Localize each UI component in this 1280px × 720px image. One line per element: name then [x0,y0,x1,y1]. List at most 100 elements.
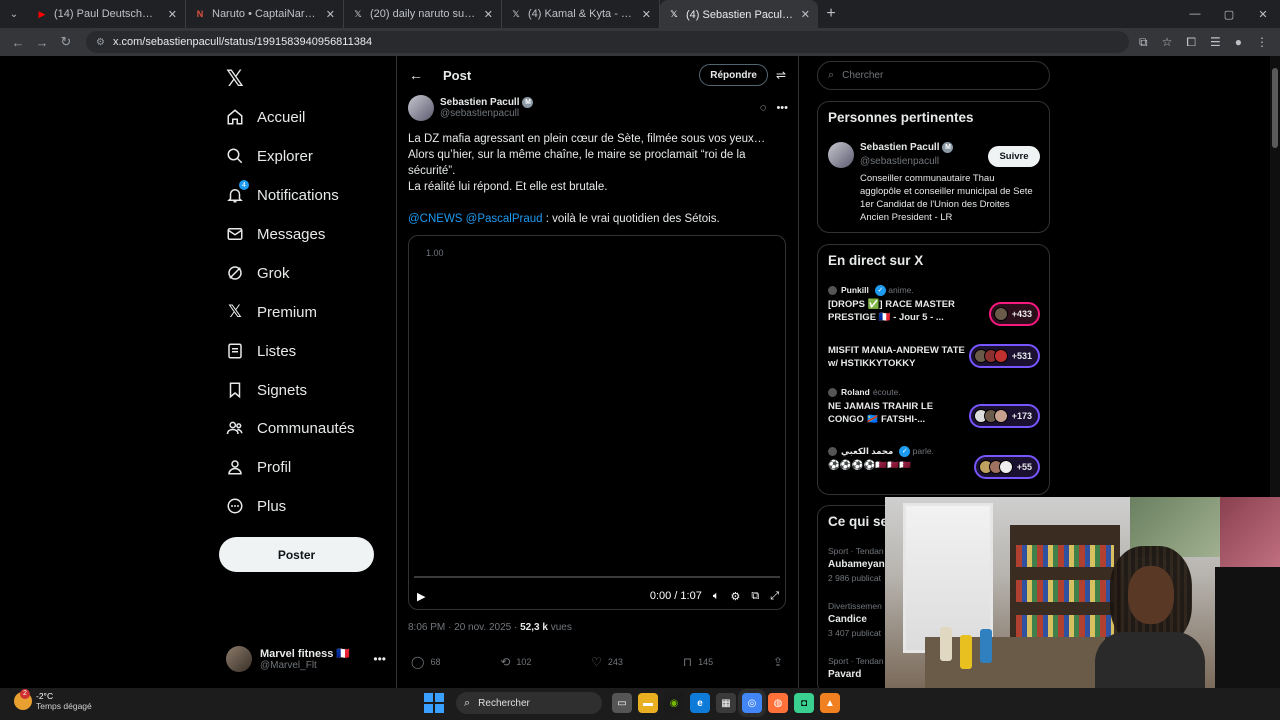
live-space-item[interactable]: Punkill ✓ anime. [DROPS ✅] RACE MASTER PR… [828,284,1040,326]
playback-speed-label: 1.00 [426,248,444,258]
back-icon[interactable]: ← [6,35,30,50]
nav-item-premium[interactable]: 𝕏 Premium [226,297,317,327]
more-dots-icon[interactable]: ••• [373,652,386,666]
tab-search-chevron-icon[interactable]: ⌄ [0,0,28,28]
browser-tab[interactable]: 𝕏 (4) Kamal & Kyta - Le Mont Cor ✕ [502,0,660,28]
video-progress-bar[interactable] [414,576,780,578]
nav-item-communautes[interactable]: Communautés [226,413,355,443]
play-icon[interactable]: ▶ [417,590,425,603]
post-author[interactable]: Sebastien Pacull M @sebastienpacull ◌ ••• [408,94,788,122]
nav-label: Plus [257,497,287,515]
live-space-item[interactable]: Roland écoute. NE JAMAIS TRAHIR LE CONGO … [828,386,1040,428]
scrollbar-thumb[interactable] [1272,68,1278,148]
bookmark-action[interactable]: ⊓ 145 [683,654,713,670]
reply-button[interactable]: Répondre [699,64,768,86]
edge-icon[interactable]: e [690,693,710,713]
vlc-icon[interactable]: ▲ [820,693,840,713]
trend-item[interactable]: Sport · Tendan Aubameyan 2 986 publicat [828,546,885,583]
profile-icon[interactable]: ● [1235,35,1242,50]
follow-button[interactable]: Suivre [988,146,1040,167]
reply-action[interactable]: ◯ 68 [411,654,440,670]
post-button[interactable]: Poster [219,537,374,572]
settings-sliders-icon[interactable]: ⇌ [776,68,786,82]
task-view-icon[interactable]: ▭ [612,693,632,713]
listeners-pill[interactable]: +433 [988,302,1040,326]
file-explorer-icon[interactable]: ▬ [638,693,658,713]
weather-widget[interactable]: 2 -2°C Temps dégagé [14,689,92,711]
mention-links[interactable]: @CNEWS @PascalPraud [408,213,543,225]
video-player[interactable]: 1.00 ▶ 0:00 / 1:07 🔈︎ ⚙ ⧉ ⤢ [408,235,786,610]
close-tab-icon[interactable]: ✕ [801,8,810,21]
cast-icon[interactable]: ⧉ [1139,35,1148,50]
reload-icon[interactable]: ↻ [54,34,78,50]
listeners-pill[interactable]: +173 [968,404,1040,428]
avatar[interactable] [828,142,854,168]
nav-item-grok[interactable]: Grok [226,258,290,288]
bookmark-count: 145 [698,657,714,667]
address-toolbar: ← → ↻ ⚙ x.com/sebastienpacull/status/199… [0,28,1280,56]
nav-item-plus[interactable]: Plus [226,491,286,521]
repost-action[interactable]: ⟲ 102 [500,654,531,670]
chrome-menu-icon[interactable]: ⋮ [1256,35,1268,50]
store-icon[interactable]: ▦ [716,693,736,713]
person-name[interactable]: Sebastien Pacull [860,142,939,153]
post-timestamp[interactable]: 8:06 PM · 20 nov. 2025 · [408,622,520,633]
browser-tab[interactable]: ▶ (14) Paul Deutschmann : l'enquê ✕ [28,0,186,28]
bottle [980,629,992,663]
star-icon[interactable]: ☆ [1162,35,1173,50]
fullscreen-icon[interactable]: ⤢ [770,590,779,603]
close-tab-icon[interactable]: ✕ [484,8,493,21]
listeners-pill[interactable]: +531 [968,344,1040,368]
close-tab-icon[interactable]: ✕ [642,8,651,21]
nav-item-explorer[interactable]: Explorer [226,141,313,171]
x-logo-icon[interactable]: 𝕏 [226,66,244,92]
minimize-icon[interactable]: — [1178,8,1212,21]
discord-style-app-icon[interactable]: ◘ [794,693,814,713]
reading-list-icon[interactable]: ☰ [1210,35,1221,50]
nav-item-profil[interactable]: Profil [226,452,291,482]
nav-item-messages[interactable]: Messages [226,219,325,249]
site-info-icon[interactable]: ⚙ [96,37,105,48]
firefox-icon[interactable]: ◍ [768,693,788,713]
live-space-item[interactable]: MISFIT MANIA-ANDREW TATE w/ HSTIKKYTOKKY… [828,342,1040,370]
windows-start-icon[interactable] [424,693,444,713]
author-name[interactable]: Sebastien Pacull [440,97,519,108]
trend-item[interactable]: Divertissemen Candice 3 407 publicat [828,601,882,638]
browser-tab[interactable]: N Naruto • CaptaiNaruto :: Inform ✕ [186,0,344,28]
account-switcher[interactable]: Marvel fitness 🇫🇷 @Marvel_Flt ••• [226,642,386,676]
browser-tab[interactable]: 𝕏 (20) daily naruto sur X : "https:/ ✕ [344,0,502,28]
trend-item[interactable]: Sport · Tendan Pavard [828,656,884,680]
browser-tab-active[interactable]: 𝕏 (4) Sebastien Pacull Ⓜ sur X : "La ✕ [660,0,818,28]
nav-item-signets[interactable]: Signets [226,375,307,405]
more-dots-icon[interactable]: ••• [776,102,788,114]
volume-icon[interactable]: 🔈︎ [713,590,720,603]
author-handle[interactable]: @sebastienpacull [440,108,533,119]
back-arrow-icon[interactable]: ← [409,67,423,83]
space-title: MISFIT MANIA-ANDREW TATE w/ HSTIKKYTOKKY [828,345,965,369]
close-tab-icon[interactable]: ✕ [168,8,177,21]
avatar[interactable] [408,95,434,121]
repost-icon: ⟲ [500,655,511,669]
listeners-pill[interactable]: +55 [973,455,1040,479]
search-input[interactable]: ⌕ Chercher [817,61,1050,90]
chrome-icon[interactable]: ◎ [742,693,762,713]
forward-icon[interactable]: → [30,35,54,50]
nav-item-listes[interactable]: Listes [226,336,296,366]
new-tab-button[interactable]: + [818,1,844,27]
nav-item-accueil[interactable]: Accueil [226,102,305,132]
grok-icon[interactable]: ◌ [760,102,767,114]
restore-icon[interactable]: ▢ [1212,8,1246,21]
picture-in-picture-icon[interactable]: ⧉ [751,590,759,603]
nvidia-icon[interactable]: ◉ [664,693,684,713]
share-action[interactable]: ⇪ [773,654,783,670]
close-window-icon[interactable]: ✕ [1246,8,1280,21]
taskbar-search[interactable]: ⌕ Rechercher [456,692,602,714]
gear-icon[interactable]: ⚙ [730,590,740,603]
person-handle[interactable]: @sebastienpacull [860,156,939,167]
extensions-icon[interactable]: ⧠ [1186,35,1196,50]
nav-item-notifications[interactable]: 4 Notifications [226,180,339,210]
close-tab-icon[interactable]: ✕ [326,8,335,21]
live-space-item[interactable]: محمد الكعبي ✓ parle. ⚽⚽⚽⚽🇶🇦🇶🇦🇶🇦 +55 [828,445,1040,479]
url-bar[interactable]: ⚙ x.com/sebastienpacull/status/199158394… [86,31,1130,53]
like-action[interactable]: ♡ 243 [591,654,623,670]
